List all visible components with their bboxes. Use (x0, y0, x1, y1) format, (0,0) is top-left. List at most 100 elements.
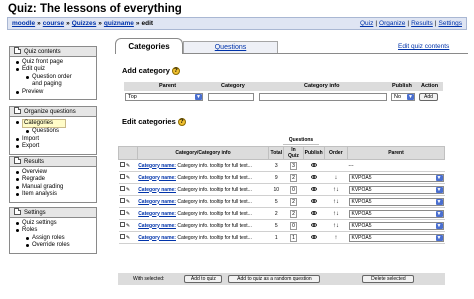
parent-select[interactable]: Top ▼ (125, 93, 203, 101)
top-nav-organize[interactable]: Organize (379, 20, 405, 27)
breadcrumb-course[interactable]: course (43, 20, 64, 27)
row-order-arrows[interactable] (324, 159, 348, 172)
eye-icon[interactable] (310, 198, 317, 203)
row-order-arrows[interactable]: ↑↓ (324, 183, 348, 196)
add-to-quiz-button[interactable]: Add to quiz (184, 275, 223, 283)
row-order-arrows[interactable]: ↑↓ (324, 219, 348, 232)
category-name-link[interactable]: Category name: (138, 211, 176, 217)
sidebar-item-quiz-settings[interactable]: Quiz settings (16, 220, 96, 227)
parent-select[interactable]: KVPOA5 ▼ (348, 209, 444, 218)
sidebar-item-preview[interactable]: Preview (16, 89, 96, 96)
sidebar-item-regrade[interactable]: Regrade (16, 176, 96, 183)
category-name-link[interactable]: Category name: (138, 187, 176, 193)
add-random-question-button[interactable]: Add to quiz as a random question (228, 275, 321, 283)
edit-quiz-contents-link[interactable]: Edit quiz contents (398, 43, 449, 50)
row-category-cell: Category name: Category info. tooltip fo… (137, 183, 269, 196)
eye-icon[interactable] (310, 174, 317, 179)
bullet-icon (26, 236, 29, 240)
row-checkbox[interactable] (119, 222, 125, 227)
row-controls: ✎ (118, 219, 138, 232)
row-checkbox[interactable] (119, 186, 125, 191)
row-order-arrows[interactable]: ↓ (324, 171, 348, 184)
row-publish-cell (303, 219, 325, 232)
row-checkbox[interactable] (119, 234, 125, 239)
sidebar-item-edit-quiz[interactable]: Edit quiz (16, 66, 96, 73)
row-in-quiz-link[interactable]: 2 (290, 173, 297, 182)
sidebar-item-export[interactable]: Export (16, 143, 96, 150)
row-in-quiz-link[interactable]: 2 (290, 209, 297, 218)
eye-icon[interactable] (310, 162, 317, 167)
tab-questions[interactable]: Questions (183, 41, 278, 53)
eye-icon[interactable] (310, 234, 317, 239)
breadcrumb-separator: » (98, 20, 102, 27)
row-in-quiz-link[interactable]: 1 (290, 233, 297, 242)
header-parent: Parent (347, 146, 445, 160)
edit-pencil-icon[interactable]: ✎ (126, 211, 131, 217)
breadcrumb-moodle[interactable]: moodle (12, 20, 35, 27)
row-in-quiz-link[interactable]: 0 (290, 185, 297, 194)
edit-pencil-icon[interactable]: ✎ (126, 199, 131, 205)
tab-categories[interactable]: Categories (115, 38, 183, 54)
sidebar-item-item-analysis[interactable]: Item analysis (16, 191, 96, 198)
breadcrumb-quizname[interactable]: quizname (104, 20, 134, 27)
sidebar-item-assign-roles[interactable]: Assign roles (16, 235, 96, 242)
top-nav-separator: | (407, 20, 410, 27)
sidebar-item-overview[interactable]: Overview (16, 169, 96, 176)
help-icon[interactable]: ? (171, 66, 180, 75)
parent-select[interactable]: KVPOA5 ▼ (348, 221, 444, 230)
help-icon[interactable]: ? (177, 117, 186, 126)
sidebar-item-roles[interactable]: Roles (16, 227, 96, 234)
navigation-bar: moodle » course » Quizzes » quizname » e… (7, 17, 467, 30)
row-order-arrows[interactable]: ↑ (324, 231, 348, 244)
category-name-link[interactable]: Category name: (138, 199, 176, 205)
row-order-arrows[interactable]: ↑↓ (324, 207, 348, 220)
category-name-input[interactable] (208, 93, 254, 101)
sidebar-item-import[interactable]: Import (16, 136, 96, 143)
eye-icon[interactable] (310, 186, 317, 191)
sidebar-item-label: Edit quiz (22, 66, 46, 73)
category-info-input[interactable] (259, 93, 387, 101)
row-in-quiz-link[interactable]: 0 (290, 221, 297, 230)
category-name-link[interactable]: Category name: (138, 235, 176, 241)
breadcrumb-quizzes[interactable]: Quizzes (72, 20, 97, 27)
eye-icon[interactable] (310, 222, 317, 227)
row-checkbox[interactable] (119, 162, 125, 167)
edit-pencil-icon[interactable]: ✎ (126, 163, 131, 169)
bullet-icon (26, 244, 29, 248)
top-nav-results[interactable]: Results (411, 20, 433, 27)
top-nav-settings[interactable]: Settings (439, 20, 463, 27)
sidebar-item-manual-grading[interactable]: Manual grading (16, 184, 96, 191)
table-row: ✎ Category name: Category info. tooltip f… (118, 195, 445, 208)
publish-select[interactable]: No ▼ (391, 93, 415, 101)
row-order-arrows[interactable]: ↑↓ (324, 195, 348, 208)
row-checkbox[interactable] (119, 210, 125, 215)
category-name-link[interactable]: Category name: (138, 163, 176, 169)
row-controls: ✎ (118, 207, 138, 220)
edit-pencil-icon[interactable]: ✎ (126, 223, 131, 229)
parent-select-value: KVPOA5 (351, 222, 372, 229)
parent-select[interactable]: KVPOA5 ▼ (348, 197, 444, 206)
row-checkbox[interactable] (119, 174, 125, 179)
add-category-button[interactable]: Add (419, 93, 438, 101)
row-in-quiz-link[interactable]: 2 (290, 197, 297, 206)
edit-pencil-icon[interactable]: ✎ (126, 175, 131, 181)
delete-selected-button[interactable]: Delete selected (362, 275, 415, 283)
sidebar-item-question-order[interactable]: Question order and paging (16, 74, 96, 89)
sidebar-item-quiz-front-page[interactable]: Quiz front page (16, 59, 96, 66)
top-nav-quiz[interactable]: Quiz (360, 20, 373, 27)
parent-select[interactable]: KVPOA5 ▼ (348, 233, 444, 242)
category-name-link[interactable]: Category name: (138, 175, 176, 181)
eye-icon[interactable] (310, 210, 317, 215)
edit-pencil-icon[interactable]: ✎ (126, 187, 131, 193)
edit-pencil-icon[interactable]: ✎ (126, 235, 131, 241)
sidebar-item-questions[interactable]: Questions (16, 128, 96, 135)
category-name-link[interactable]: Category name: (138, 223, 176, 229)
tab-questions-link[interactable]: Questions (215, 44, 247, 51)
parent-select[interactable]: KVPOA5 ▼ (348, 185, 444, 194)
parent-select-value: KVPOA5 (351, 174, 372, 181)
row-in-quiz-link[interactable]: 3 (290, 161, 297, 170)
sidebar-item-override-roles[interactable]: Override roles (16, 242, 96, 249)
sidebar-item-categories[interactable]: Categories (16, 119, 96, 129)
row-checkbox[interactable] (119, 198, 125, 203)
parent-select[interactable]: KVPOA5 ▼ (348, 173, 444, 182)
